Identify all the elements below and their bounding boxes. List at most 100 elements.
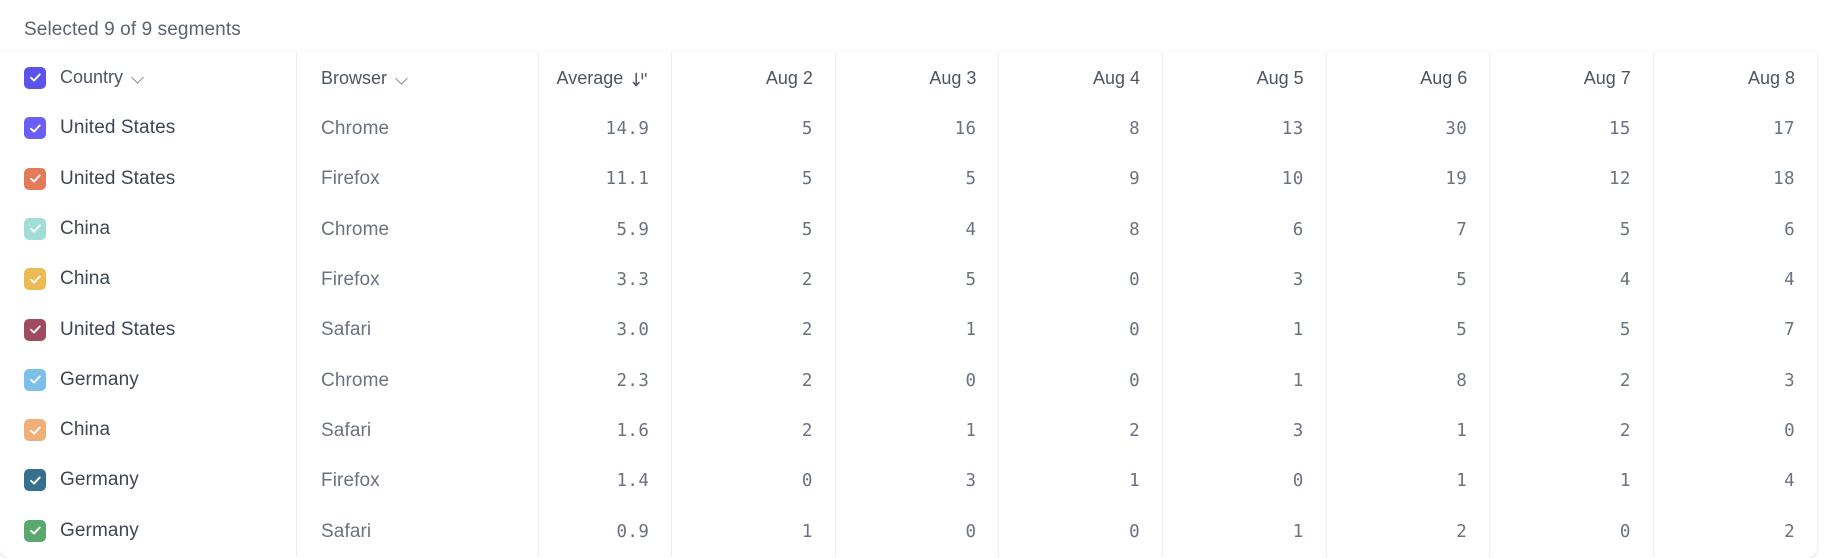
country-label: Germany [60,368,139,390]
table-row[interactable]: United States Chrome 14.9 5 16 8 13 30 15 17 [0,104,1817,155]
country-label: United States [60,117,176,139]
column-header-day-2[interactable]: Aug 4 [998,52,1164,104]
table-row[interactable]: China Firefox 3.3 2 5 0 3 5 4 4 [0,254,1817,306]
column-header-day-0[interactable]: Aug 2 [671,52,836,104]
browser-label: Chrome [321,118,390,140]
cell-day-3: 6 [1162,204,1327,255]
cell-day-1: 3 [835,456,1000,507]
cell-day-1: 0 [835,355,1000,406]
segment-checkbox[interactable] [24,368,46,391]
cell-average: 0.9 [538,506,673,557]
cell-browser: Safari [296,506,540,557]
table-row[interactable]: Germany Firefox 1.4 0 3 1 0 1 1 4 [0,456,1817,507]
chevron-down-icon[interactable] [396,72,409,85]
browser-label: Safari [321,419,372,441]
segment-checkbox[interactable] [24,519,46,542]
cell-country[interactable]: Germany [0,355,298,406]
column-header-country-label: Country [60,67,124,88]
cell-day-6: 17 [1653,104,1817,155]
cell-day-1: 5 [835,254,1000,306]
segments-table-panel: Country Browser Average Aug 2 Aug 3 Aug … [0,52,1817,558]
cell-country[interactable]: China [0,204,298,255]
table-row[interactable]: China Chrome 5.9 5 4 8 6 7 5 6 [0,204,1817,255]
cell-day-5: 5 [1489,305,1654,356]
selection-summary: Selected 9 of 9 segments [24,19,241,40]
cell-day-0: 5 [671,154,836,205]
browser-label: Firefox [321,168,380,190]
column-header-average[interactable]: Average [538,52,673,104]
cell-average: 5.9 [538,204,673,255]
cell-day-3: 1 [1162,355,1327,406]
cell-average: 3.3 [538,254,673,306]
column-header-browser[interactable]: Browser [296,52,540,104]
column-header-day-6[interactable]: Aug 8 [1653,52,1817,104]
sort-descending-icon[interactable] [632,71,649,88]
cell-day-1: 0 [835,506,1000,557]
segment-checkbox[interactable] [24,117,46,140]
cell-browser: Chrome [296,355,540,406]
column-header-country[interactable]: Country [0,52,298,104]
cell-day-3: 13 [1162,104,1327,155]
cell-average: 14.9 [538,104,673,155]
table-row[interactable]: Germany Safari 0.9 1 0 0 1 2 0 2 [0,506,1817,557]
chevron-down-icon[interactable] [132,71,145,84]
country-label: China [60,419,111,441]
select-all-checkbox[interactable] [24,66,46,89]
segment-checkbox[interactable] [24,268,46,291]
cell-day-4: 30 [1326,104,1491,155]
cell-day-6: 4 [1653,456,1817,507]
cell-day-6: 7 [1653,305,1817,356]
cell-day-5: 0 [1489,506,1654,557]
column-header-day-1[interactable]: Aug 3 [835,52,1000,104]
cell-day-3: 10 [1162,154,1327,205]
cell-day-3: 0 [1162,456,1327,507]
column-header-day-3[interactable]: Aug 5 [1162,52,1327,104]
table-row[interactable]: Germany Chrome 2.3 2 0 0 1 8 2 3 [0,355,1817,406]
cell-day-0: 1 [671,506,836,557]
cell-country[interactable]: United States [0,154,298,205]
table-row[interactable]: United States Safari 3.0 2 1 0 1 5 5 7 [0,305,1817,356]
table-row[interactable]: China Safari 1.6 2 1 2 3 1 2 0 [0,405,1817,457]
cell-day-0: 5 [671,104,836,155]
browser-label: Safari [321,319,372,341]
cell-day-1: 4 [835,204,1000,255]
cell-average: 3.0 [538,305,673,356]
browser-label: Firefox [321,269,380,291]
column-header-day-4[interactable]: Aug 6 [1326,52,1491,104]
segment-checkbox[interactable] [24,469,46,492]
country-label: China [60,217,111,239]
table-row[interactable]: United States Firefox 11.1 5 5 9 10 19 12 18 [0,154,1817,205]
table-body: United States Chrome 14.9 5 16 8 13 30 15 17 Unite… [0,104,1817,557]
cell-day-5: 2 [1489,405,1654,457]
cell-day-2: 1 [998,456,1164,507]
cell-browser: Chrome [296,104,540,155]
cell-day-3: 3 [1162,254,1327,306]
cell-day-4: 1 [1326,405,1491,457]
cell-country[interactable]: China [0,254,298,306]
column-header-average-label: Average [556,67,624,88]
segment-checkbox[interactable] [24,167,46,190]
column-header-day-5[interactable]: Aug 7 [1489,52,1654,104]
segment-checkbox[interactable] [24,217,46,240]
cell-country[interactable]: China [0,405,298,457]
cell-country[interactable]: Germany [0,506,298,557]
browser-label: Safari [321,520,372,542]
cell-day-0: 2 [671,355,836,406]
cell-day-6: 3 [1653,355,1817,406]
segment-checkbox[interactable] [24,318,46,341]
cell-country[interactable]: United States [0,104,298,155]
cell-country[interactable]: United States [0,305,298,356]
cell-browser: Firefox [296,254,540,306]
segments-table-page: Selected 9 of 9 segments Country Browser… [0,0,1837,558]
cell-average: 1.6 [538,405,673,457]
country-label: United States [60,167,176,189]
cell-average: 11.1 [538,154,673,205]
segment-checkbox[interactable] [24,419,46,442]
country-label: United States [60,318,176,340]
cell-day-2: 8 [998,204,1164,255]
country-label: China [60,268,111,290]
cell-country[interactable]: Germany [0,456,298,507]
cell-browser: Firefox [296,456,540,507]
cell-day-4: 2 [1326,506,1491,557]
cell-day-1: 16 [835,104,1000,155]
